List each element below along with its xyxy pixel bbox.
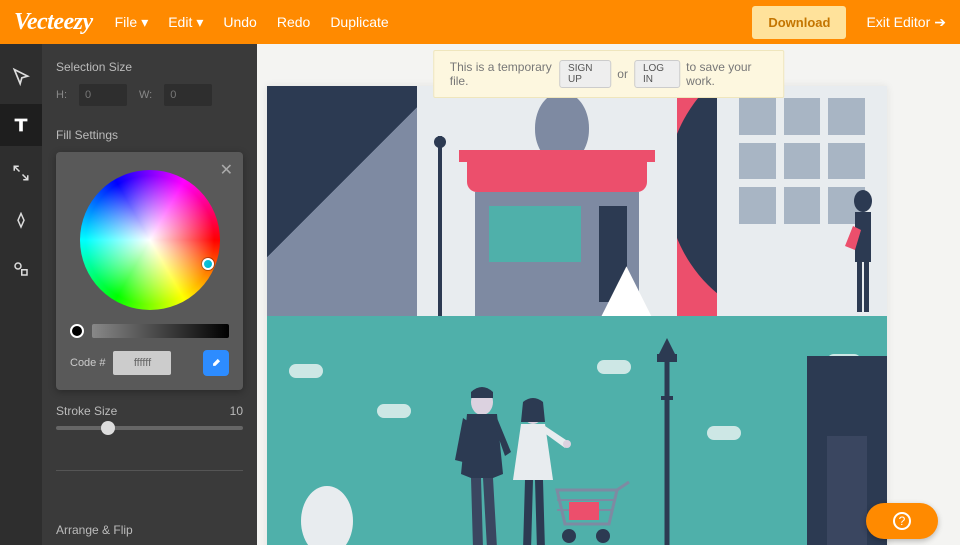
arrange-flip-label: Arrange & Flip [56, 523, 133, 537]
help-button[interactable]: ? [866, 503, 938, 539]
exit-editor-button[interactable]: Exit Editor➔ [866, 14, 946, 31]
menu-undo[interactable]: Undo [223, 14, 256, 30]
streetlamp-icon [647, 336, 687, 545]
signup-button[interactable]: SIGN UP [559, 60, 611, 88]
cursor-icon [11, 67, 31, 87]
tool-text[interactable] [0, 104, 42, 146]
logo: Vecteezy [14, 9, 93, 36]
text-icon [10, 114, 32, 136]
tool-shapes[interactable] [0, 248, 42, 290]
fill-settings-popover: ✕ Code # [56, 152, 243, 390]
color-code-input[interactable] [113, 351, 171, 375]
brightness-slider[interactable] [70, 324, 229, 338]
eyedropper-button[interactable] [203, 350, 229, 376]
tool-pen[interactable] [0, 200, 42, 242]
notice-post: to save your work. [686, 60, 767, 88]
expand-icon [12, 164, 30, 182]
arrow-right-icon: ➔ [934, 14, 946, 31]
menu-file[interactable]: File▾ [115, 14, 149, 31]
egg-shape-icon [297, 466, 357, 545]
menu-duplicate[interactable]: Duplicate [330, 14, 388, 30]
color-code-label: Code # [70, 357, 105, 369]
selection-size-label: Selection Size [56, 60, 243, 74]
login-button[interactable]: LOG IN [634, 60, 680, 88]
fill-settings-label: Fill Settings [56, 128, 243, 142]
stroke-size-label: Stroke Size [56, 404, 117, 418]
canvas[interactable]: ▲ [267, 86, 887, 545]
stroke-size-slider[interactable] [56, 426, 243, 430]
artwork-top: ▲ [267, 86, 887, 316]
close-icon[interactable]: ✕ [220, 160, 233, 180]
properties-sidebar: Selection Size H: W: Fill Settings ✕ Cod… [42, 44, 257, 545]
menu-edit[interactable]: Edit▾ [168, 14, 203, 31]
download-button[interactable]: Download [752, 6, 846, 39]
notice-or: or [617, 67, 628, 81]
chevron-down-icon: ▾ [196, 14, 203, 31]
shopping-cart-icon [547, 480, 637, 545]
tool-scale[interactable] [0, 152, 42, 194]
person-shopper-icon [843, 186, 883, 316]
top-toolbar: Vecteezy File▾ Edit▾ Undo Redo Duplicate… [0, 0, 960, 44]
notice-pre: This is a temporary file. [450, 60, 553, 88]
eyedropper-icon [209, 356, 223, 370]
slider-handle[interactable] [101, 421, 115, 435]
width-input[interactable] [164, 84, 212, 106]
divider [56, 470, 243, 471]
menu-redo[interactable]: Redo [277, 14, 310, 30]
chevron-down-icon: ▾ [141, 14, 148, 31]
brightness-handle[interactable] [70, 324, 84, 338]
top-menu: File▾ Edit▾ Undo Redo Duplicate [115, 14, 389, 31]
stroke-size-value: 10 [230, 404, 243, 418]
height-input[interactable] [79, 84, 127, 106]
shapes-icon [12, 260, 30, 278]
color-picker-handle[interactable] [202, 258, 214, 270]
tool-pointer[interactable] [0, 56, 42, 98]
tool-strip [0, 44, 42, 545]
artwork-bottom [267, 316, 887, 545]
streetlight-icon [425, 136, 455, 316]
width-label: W: [139, 89, 152, 101]
canvas-area: This is a temporary file. SIGN UP or LOG… [257, 44, 960, 545]
pen-icon [12, 212, 30, 230]
help-icon: ? [893, 512, 911, 530]
save-notice: This is a temporary file. SIGN UP or LOG… [433, 50, 785, 98]
height-label: H: [56, 89, 67, 101]
color-wheel[interactable] [80, 170, 220, 310]
